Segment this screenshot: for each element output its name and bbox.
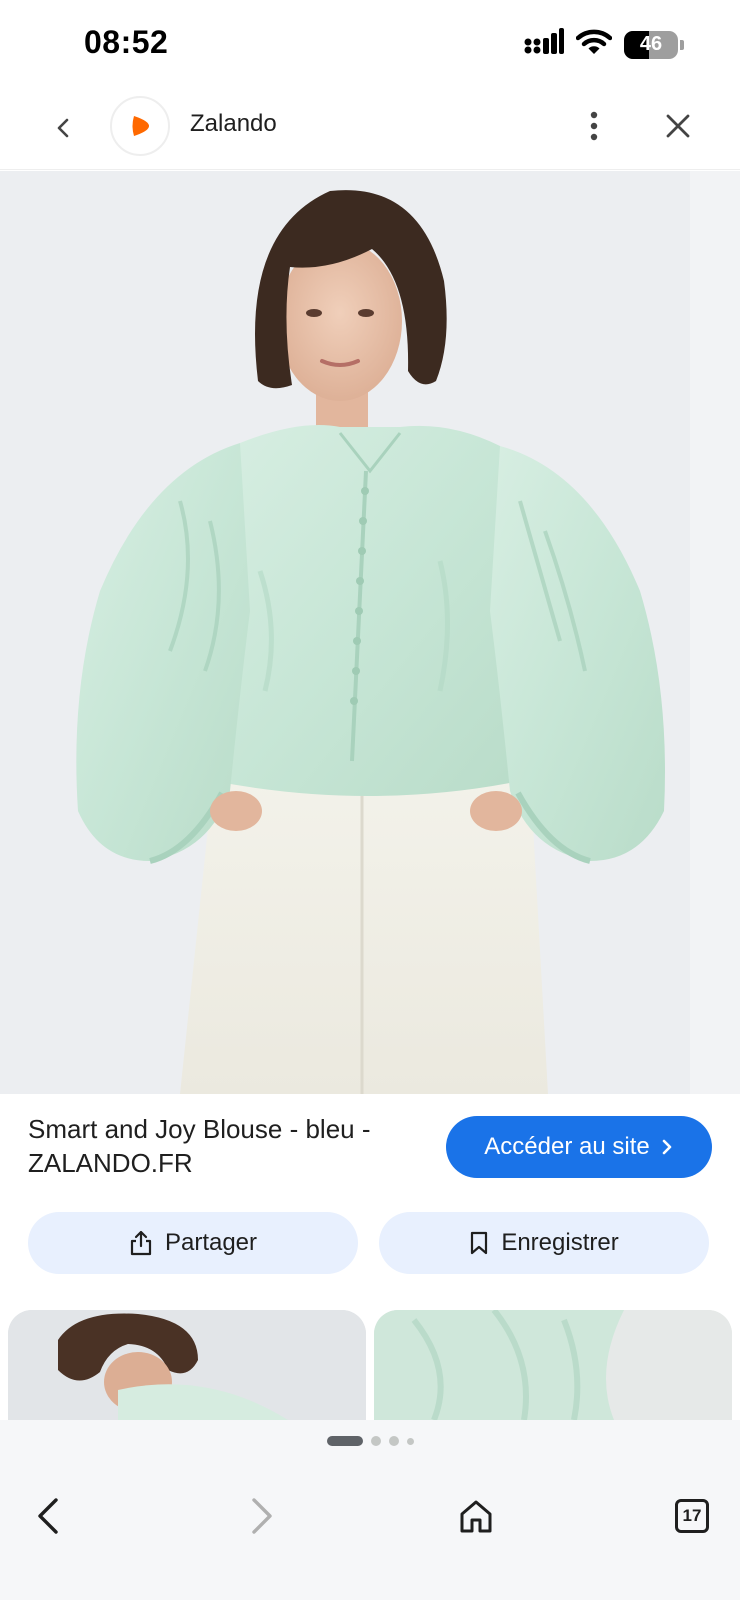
related-thumbnail[interactable] xyxy=(374,1310,732,1420)
thumbnail-image xyxy=(8,1310,366,1420)
tabs-button[interactable]: 17 xyxy=(662,1486,722,1546)
site-name: Zalando xyxy=(190,110,277,137)
product-photo xyxy=(0,171,740,1094)
battery-tip xyxy=(680,39,684,50)
more-vertical-icon xyxy=(590,111,598,141)
visit-site-label: Accéder au site xyxy=(484,1133,650,1160)
browser-forward-button[interactable] xyxy=(232,1486,292,1546)
close-icon xyxy=(666,114,690,138)
site-logo[interactable] xyxy=(110,96,170,156)
status-icons: 46 xyxy=(524,28,684,61)
signal-icon xyxy=(524,28,564,61)
back-button[interactable] xyxy=(42,106,86,150)
chevron-right-icon xyxy=(662,1139,672,1155)
battery-percent: 46 xyxy=(639,33,663,55)
zalando-logo xyxy=(126,112,154,140)
pager-dot[interactable] xyxy=(370,1436,381,1446)
save-label: Enregistrer xyxy=(501,1229,619,1256)
battery-icon: 46 xyxy=(624,30,678,59)
bookmark-icon xyxy=(471,1231,488,1255)
share-icon xyxy=(130,1230,152,1256)
forward-arrow-icon xyxy=(252,1498,272,1534)
more-options-button[interactable] xyxy=(572,104,616,148)
related-thumbnail[interactable] xyxy=(8,1310,366,1420)
image-pager[interactable] xyxy=(0,1436,740,1446)
back-arrow-icon xyxy=(38,1498,58,1534)
chevron-left-icon xyxy=(57,118,69,138)
status-bar: 08:52 46 xyxy=(0,0,740,86)
product-title[interactable]: Smart and Joy Blouse - bleu - ZALANDO.FR xyxy=(28,1112,418,1180)
thumbnail-image xyxy=(374,1310,732,1420)
save-button[interactable]: Enregistrer xyxy=(379,1212,709,1274)
visit-site-button[interactable]: Accéder au site xyxy=(446,1116,712,1178)
product-image[interactable] xyxy=(0,171,740,1094)
status-time: 08:52 xyxy=(84,24,169,60)
screen: 08:52 46 Zalando Smart and Joy Blouse - … xyxy=(0,0,740,1600)
close-button[interactable] xyxy=(656,104,700,148)
pager-dot[interactable] xyxy=(388,1436,399,1446)
share-button[interactable]: Partager xyxy=(28,1212,358,1274)
browser-back-button[interactable] xyxy=(18,1486,78,1546)
pager-dot[interactable] xyxy=(406,1437,414,1445)
pager-dot[interactable] xyxy=(326,1436,363,1446)
home-icon xyxy=(460,1500,492,1533)
bottom-nav: 17 xyxy=(0,1468,740,1600)
source-header: Zalando xyxy=(0,86,740,170)
home-button[interactable] xyxy=(446,1486,506,1546)
wifi-icon xyxy=(575,28,613,61)
share-label: Partager xyxy=(164,1229,258,1256)
tabs-count: 17 xyxy=(675,1499,709,1533)
